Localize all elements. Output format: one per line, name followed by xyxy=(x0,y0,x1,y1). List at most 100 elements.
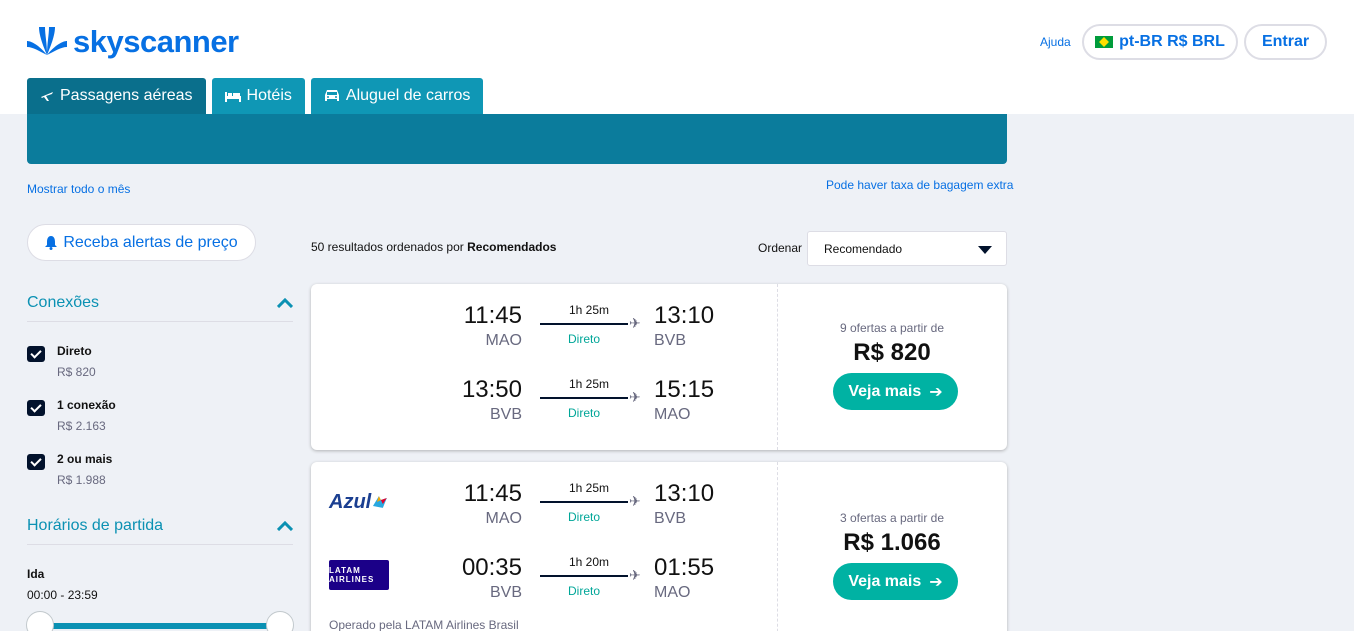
results-count: 50 resultados ordenados por Recomendados xyxy=(311,240,556,254)
plane-icon: ✈ xyxy=(629,493,641,509)
tab-flights[interactable]: Passagens aéreas xyxy=(27,78,206,114)
stops-label: Direto xyxy=(567,406,600,420)
filter-option-label: Direto xyxy=(57,344,92,358)
filter-option-label: 1 conexão xyxy=(57,398,116,412)
see-more-label: Veja mais xyxy=(848,382,922,400)
return-leg: 13:50 BVB 1h 25m ✈ Direto 15:15 MAO xyxy=(311,376,777,436)
search-panel xyxy=(27,114,1007,164)
arrow-right-icon: ➔ xyxy=(929,573,943,591)
tab-hotels[interactable]: Hotéis xyxy=(211,78,305,114)
locale-button[interactable]: pt-BR R$ BRL xyxy=(1082,24,1238,60)
tab-hotels-label: Hotéis xyxy=(246,87,292,104)
route-line xyxy=(540,323,628,325)
tab-flights-label: Passagens aéreas xyxy=(60,87,193,104)
flight-duration: 1h 25m xyxy=(568,481,610,495)
tab-car-rental[interactable]: Aluguel de carros xyxy=(310,78,484,114)
chevron-up-icon xyxy=(277,520,293,531)
airline-name: Azul xyxy=(329,490,372,513)
arrival-time: 15:15 xyxy=(654,376,715,403)
departure-time: 13:50 xyxy=(461,376,522,403)
stops-label: Direto xyxy=(567,332,600,346)
plane-icon: ✈ xyxy=(629,315,641,331)
bag-fee-link[interactable]: Pode haver taxa de bagagem extra xyxy=(826,178,1013,192)
flight-duration: 1h 20m xyxy=(568,555,610,569)
filter-option-price: R$ 2.163 xyxy=(57,419,106,433)
bell-icon xyxy=(45,235,58,250)
filter-option-label: 2 ou mais xyxy=(57,452,113,466)
arrival-airport: BVB xyxy=(654,510,687,527)
product-tabs: Passagens aéreas Hotéis Aluguel de carro… xyxy=(27,78,484,114)
sunrise-logo-icon xyxy=(27,27,67,55)
filter-option-price: R$ 820 xyxy=(57,365,96,379)
flight-duration: 1h 25m xyxy=(568,303,610,317)
price: R$ 1.066 xyxy=(843,529,941,556)
results-sort-name: Recomendados xyxy=(467,240,557,254)
departure-airport: BVB xyxy=(489,406,522,423)
departure-time: 11:45 xyxy=(463,302,522,329)
route-line xyxy=(540,501,628,503)
connections-filter-header[interactable]: Conexões xyxy=(27,284,293,322)
airline-logo-latam: LATAM AIRLINES xyxy=(329,560,389,590)
outbound-range: 00:00 - 23:59 xyxy=(27,588,98,602)
car-icon xyxy=(324,90,339,101)
departure-airport: MAO xyxy=(485,510,522,527)
arrival-airport: BVB xyxy=(654,332,687,349)
airline-logo-azul: Azul xyxy=(329,487,389,517)
plane-icon: ✈ xyxy=(629,389,641,405)
results-count-text: 50 resultados ordenados por xyxy=(311,240,464,254)
departure-slider-track[interactable] xyxy=(40,623,280,629)
order-select[interactable]: Recomendado xyxy=(807,231,1007,266)
price-alert-button[interactable]: Receba alertas de preço xyxy=(27,224,256,261)
caret-down-icon xyxy=(978,246,992,254)
stops-label: Direto xyxy=(567,584,600,598)
chevron-up-icon xyxy=(277,297,293,308)
departure-airport: BVB xyxy=(489,584,522,601)
offers-count: 9 ofertas a partir de xyxy=(839,321,945,335)
departure-airport: MAO xyxy=(485,332,522,349)
airline-name: LATAM AIRLINES xyxy=(329,560,389,590)
arrival-time: 13:10 xyxy=(654,480,715,507)
see-more-button[interactable]: Veja mais ➔ xyxy=(833,373,958,410)
help-link[interactable]: Ajuda xyxy=(1040,35,1071,49)
plane-icon xyxy=(41,92,53,101)
brand-name: skyscanner xyxy=(73,24,239,59)
arrival-time: 01:55 xyxy=(654,554,715,581)
outbound-leg: Azul 11:45 MAO 1h 25m ✈ Direto 13:10 BVB xyxy=(311,480,777,540)
filter-option-price: R$ 1.988 xyxy=(57,473,106,487)
tab-car-rental-label: Aluguel de carros xyxy=(345,87,471,104)
departure-time: 00:35 xyxy=(461,554,522,581)
see-more-label: Veja mais xyxy=(848,572,922,590)
card-divider xyxy=(777,284,778,450)
offers-count: 3 ofertas a partir de xyxy=(839,511,945,525)
locale-label: pt-BR R$ BRL xyxy=(1119,33,1225,50)
slider-handle-max[interactable] xyxy=(266,611,294,631)
arrival-time: 13:10 xyxy=(654,302,715,329)
show-month-link[interactable]: Mostrar todo o mês xyxy=(27,182,130,196)
connections-title: Conexões xyxy=(27,293,100,311)
bed-icon xyxy=(224,92,241,102)
login-button[interactable]: Entrar xyxy=(1244,24,1327,60)
result-card[interactable]: 11:45 MAO 1h 25m ✈ Direto 13:10 BVB 13:5… xyxy=(311,284,1007,450)
brazil-flag-icon xyxy=(1095,36,1114,48)
checkbox-two-plus[interactable] xyxy=(27,454,45,470)
outbound-label: Ida xyxy=(27,567,45,581)
price-alert-label: Receba alertas de preço xyxy=(63,233,238,251)
arrow-right-icon: ➔ xyxy=(929,383,943,401)
order-select-value: Recomendado xyxy=(824,242,903,256)
arrival-airport: MAO xyxy=(654,584,691,601)
outbound-leg: 11:45 MAO 1h 25m ✈ Direto 13:10 BVB xyxy=(311,302,777,362)
price: R$ 820 xyxy=(853,339,931,366)
checkbox-one-stop[interactable] xyxy=(27,400,45,416)
return-leg: LATAM AIRLINES 00:35 BVB 1h 20m ✈ Direto… xyxy=(311,554,777,614)
slider-handle-min[interactable] xyxy=(26,611,54,631)
azul-bird-icon xyxy=(373,496,388,508)
departure-times-filter-header[interactable]: Horários de partida xyxy=(27,507,293,545)
checkbox-direct[interactable] xyxy=(27,346,45,362)
skyscanner-logo[interactable]: skyscanner xyxy=(27,24,239,60)
arrival-airport: MAO xyxy=(654,406,691,423)
operated-by: Operado pela LATAM Airlines Brasil xyxy=(329,618,519,631)
flight-duration: 1h 25m xyxy=(568,377,610,391)
result-card[interactable]: Azul 11:45 MAO 1h 25m ✈ Direto 13:10 BVB… xyxy=(311,462,1007,631)
see-more-button[interactable]: Veja mais ➔ xyxy=(833,563,958,600)
route-line xyxy=(540,397,628,399)
